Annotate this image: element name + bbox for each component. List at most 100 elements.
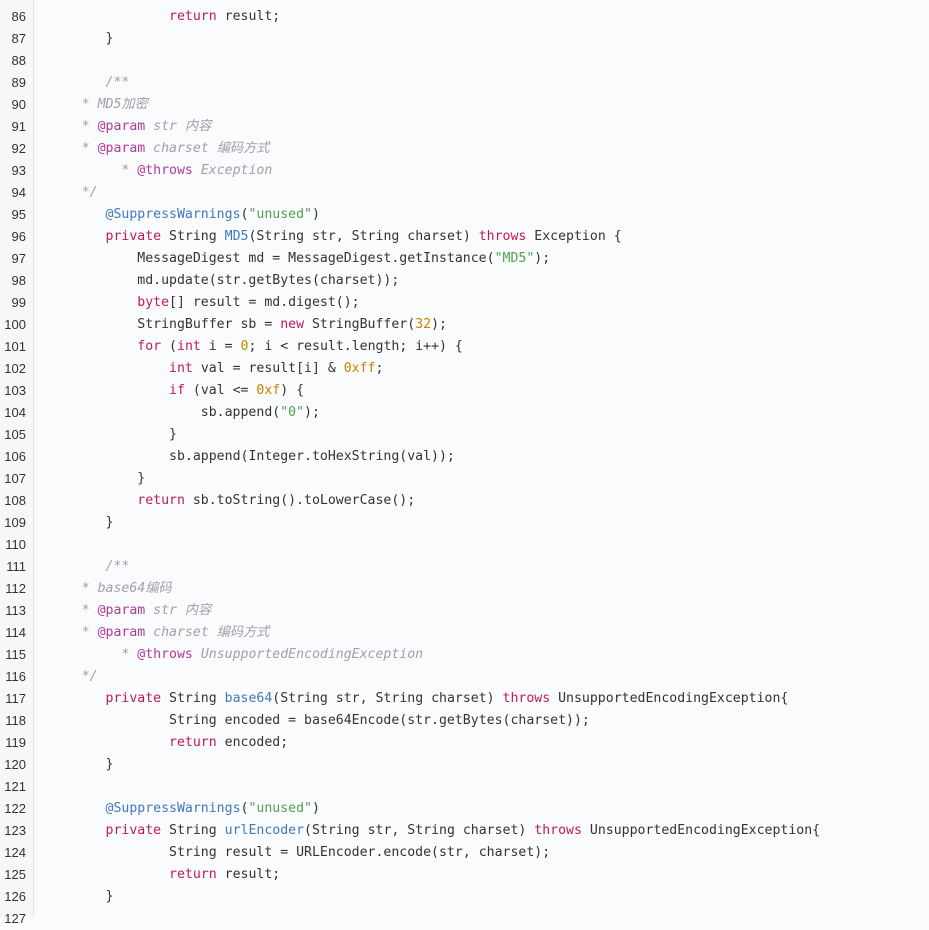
code-token: val = result[i] &	[192, 361, 344, 376]
function-name-token: MD5	[224, 229, 249, 244]
code-text: String encoded = base64Encode(str.getByt…	[42, 710, 929, 732]
code-text: if (val <= 0xf) {	[42, 380, 929, 402]
code-text: md.update(str.getBytes(charset));	[42, 270, 929, 292]
code-text: * @param charset 编码方式	[42, 622, 929, 644]
comment-token: *	[81, 625, 98, 640]
keyword-token: int	[169, 361, 193, 376]
comment-token: */	[81, 185, 98, 200]
code-text: StringBuffer sb = new StringBuffer(32);	[42, 314, 929, 336]
string-token: "unused"	[248, 207, 312, 222]
code-line: 121	[0, 776, 929, 798]
code-line: 107 }	[0, 468, 929, 490]
doc-tag-token: @param	[97, 603, 146, 618]
line-number: 105	[4, 427, 26, 442]
code-token: }	[105, 757, 114, 772]
code-token: }	[105, 515, 114, 530]
code-text: */	[42, 666, 929, 688]
code-text: sb.append("0");	[42, 402, 929, 424]
line-number: 109	[4, 515, 26, 530]
line-number: 113	[5, 603, 26, 618]
line-number: 102	[4, 361, 26, 376]
keyword-token: private	[105, 823, 162, 838]
code-token: String	[161, 823, 225, 838]
line-number: 121	[4, 779, 26, 794]
code-line: 94 */	[0, 182, 929, 204]
code-line: 116 */	[0, 666, 929, 688]
code-line: 96 private String MD5(String str, String…	[0, 226, 929, 248]
comment-token: /**	[105, 559, 130, 574]
code-line: 112 * base64编码	[0, 578, 929, 600]
comment-token: *	[81, 119, 98, 134]
string-token: "0"	[280, 405, 305, 420]
code-line: 108 return sb.toString().toLowerCase();	[0, 490, 929, 512]
code-token: String	[161, 229, 225, 244]
comment-token: str 内容	[145, 119, 212, 134]
code-token: )	[312, 801, 320, 816]
line-number: 86	[11, 9, 26, 24]
code-token: sb.toString().toLowerCase();	[184, 493, 416, 508]
code-token: MessageDigest md = MessageDigest.getInst…	[137, 251, 495, 266]
line-number: 89	[11, 75, 26, 90]
line-number: 112	[5, 581, 26, 596]
code-text: * @param str 内容	[42, 116, 929, 138]
code-text: * @throws UnsupportedEncodingException	[42, 644, 929, 666]
code-line: 91 * @param str 内容	[0, 116, 929, 138]
line-number: 108	[4, 493, 26, 508]
keyword-token: throws	[502, 691, 551, 706]
code-line: 103 if (val <= 0xf) {	[0, 380, 929, 402]
line-number: 99	[11, 295, 26, 310]
code-line: 122 @SuppressWarnings("unused")	[0, 798, 929, 820]
line-number: 95	[11, 207, 26, 222]
code-token: String encoded = base64Encode(str.getByt…	[169, 713, 590, 728]
code-text: * @param charset 编码方式	[42, 138, 929, 160]
code-line: 99 byte[] result = md.digest();	[0, 292, 929, 314]
comment-token: *	[81, 141, 98, 156]
string-token: "MD5"	[494, 251, 535, 266]
comment-token: UnsupportedEncodingException	[192, 647, 424, 662]
code-token: (String str, String charset)	[304, 823, 535, 838]
code-line: 102 int val = result[i] & 0xff;	[0, 358, 929, 380]
line-number: 96	[11, 229, 26, 244]
code-token: encoded;	[216, 735, 289, 750]
number-token: 0xff	[343, 361, 376, 376]
code-line: 105 }	[0, 424, 929, 446]
code-line: 126 }	[0, 886, 929, 908]
code-token: UnsupportedEncodingException{	[550, 691, 789, 706]
code-line: 115 * @throws UnsupportedEncodingExcepti…	[0, 644, 929, 666]
keyword-token: return	[169, 9, 217, 24]
line-number: 125	[4, 867, 26, 882]
code-line: 86 return result;	[0, 6, 929, 28]
line-number: 90	[11, 97, 26, 112]
code-line: 101 for (int i = 0; i < result.length; i…	[0, 336, 929, 358]
code-token: )	[312, 207, 320, 222]
line-number: 111	[6, 559, 26, 574]
code-viewer: 86 return result; 87 } 88 89 /** 90 * MD5加密 9…	[0, 0, 929, 926]
line-number: 94	[11, 185, 26, 200]
code-line: 119 return encoded;	[0, 732, 929, 754]
number-token: 0xf	[256, 383, 281, 398]
line-number: 106	[4, 449, 26, 464]
string-token: "unused"	[248, 801, 312, 816]
code-line: 123 private String urlEncoder(String str…	[0, 820, 929, 842]
code-token: );	[304, 405, 320, 420]
code-text: }	[42, 754, 929, 776]
code-line: 98 md.update(str.getBytes(charset));	[0, 270, 929, 292]
code-token: result;	[216, 867, 281, 882]
line-number: 92	[11, 141, 26, 156]
code-token: UnsupportedEncodingException{	[581, 823, 821, 838]
